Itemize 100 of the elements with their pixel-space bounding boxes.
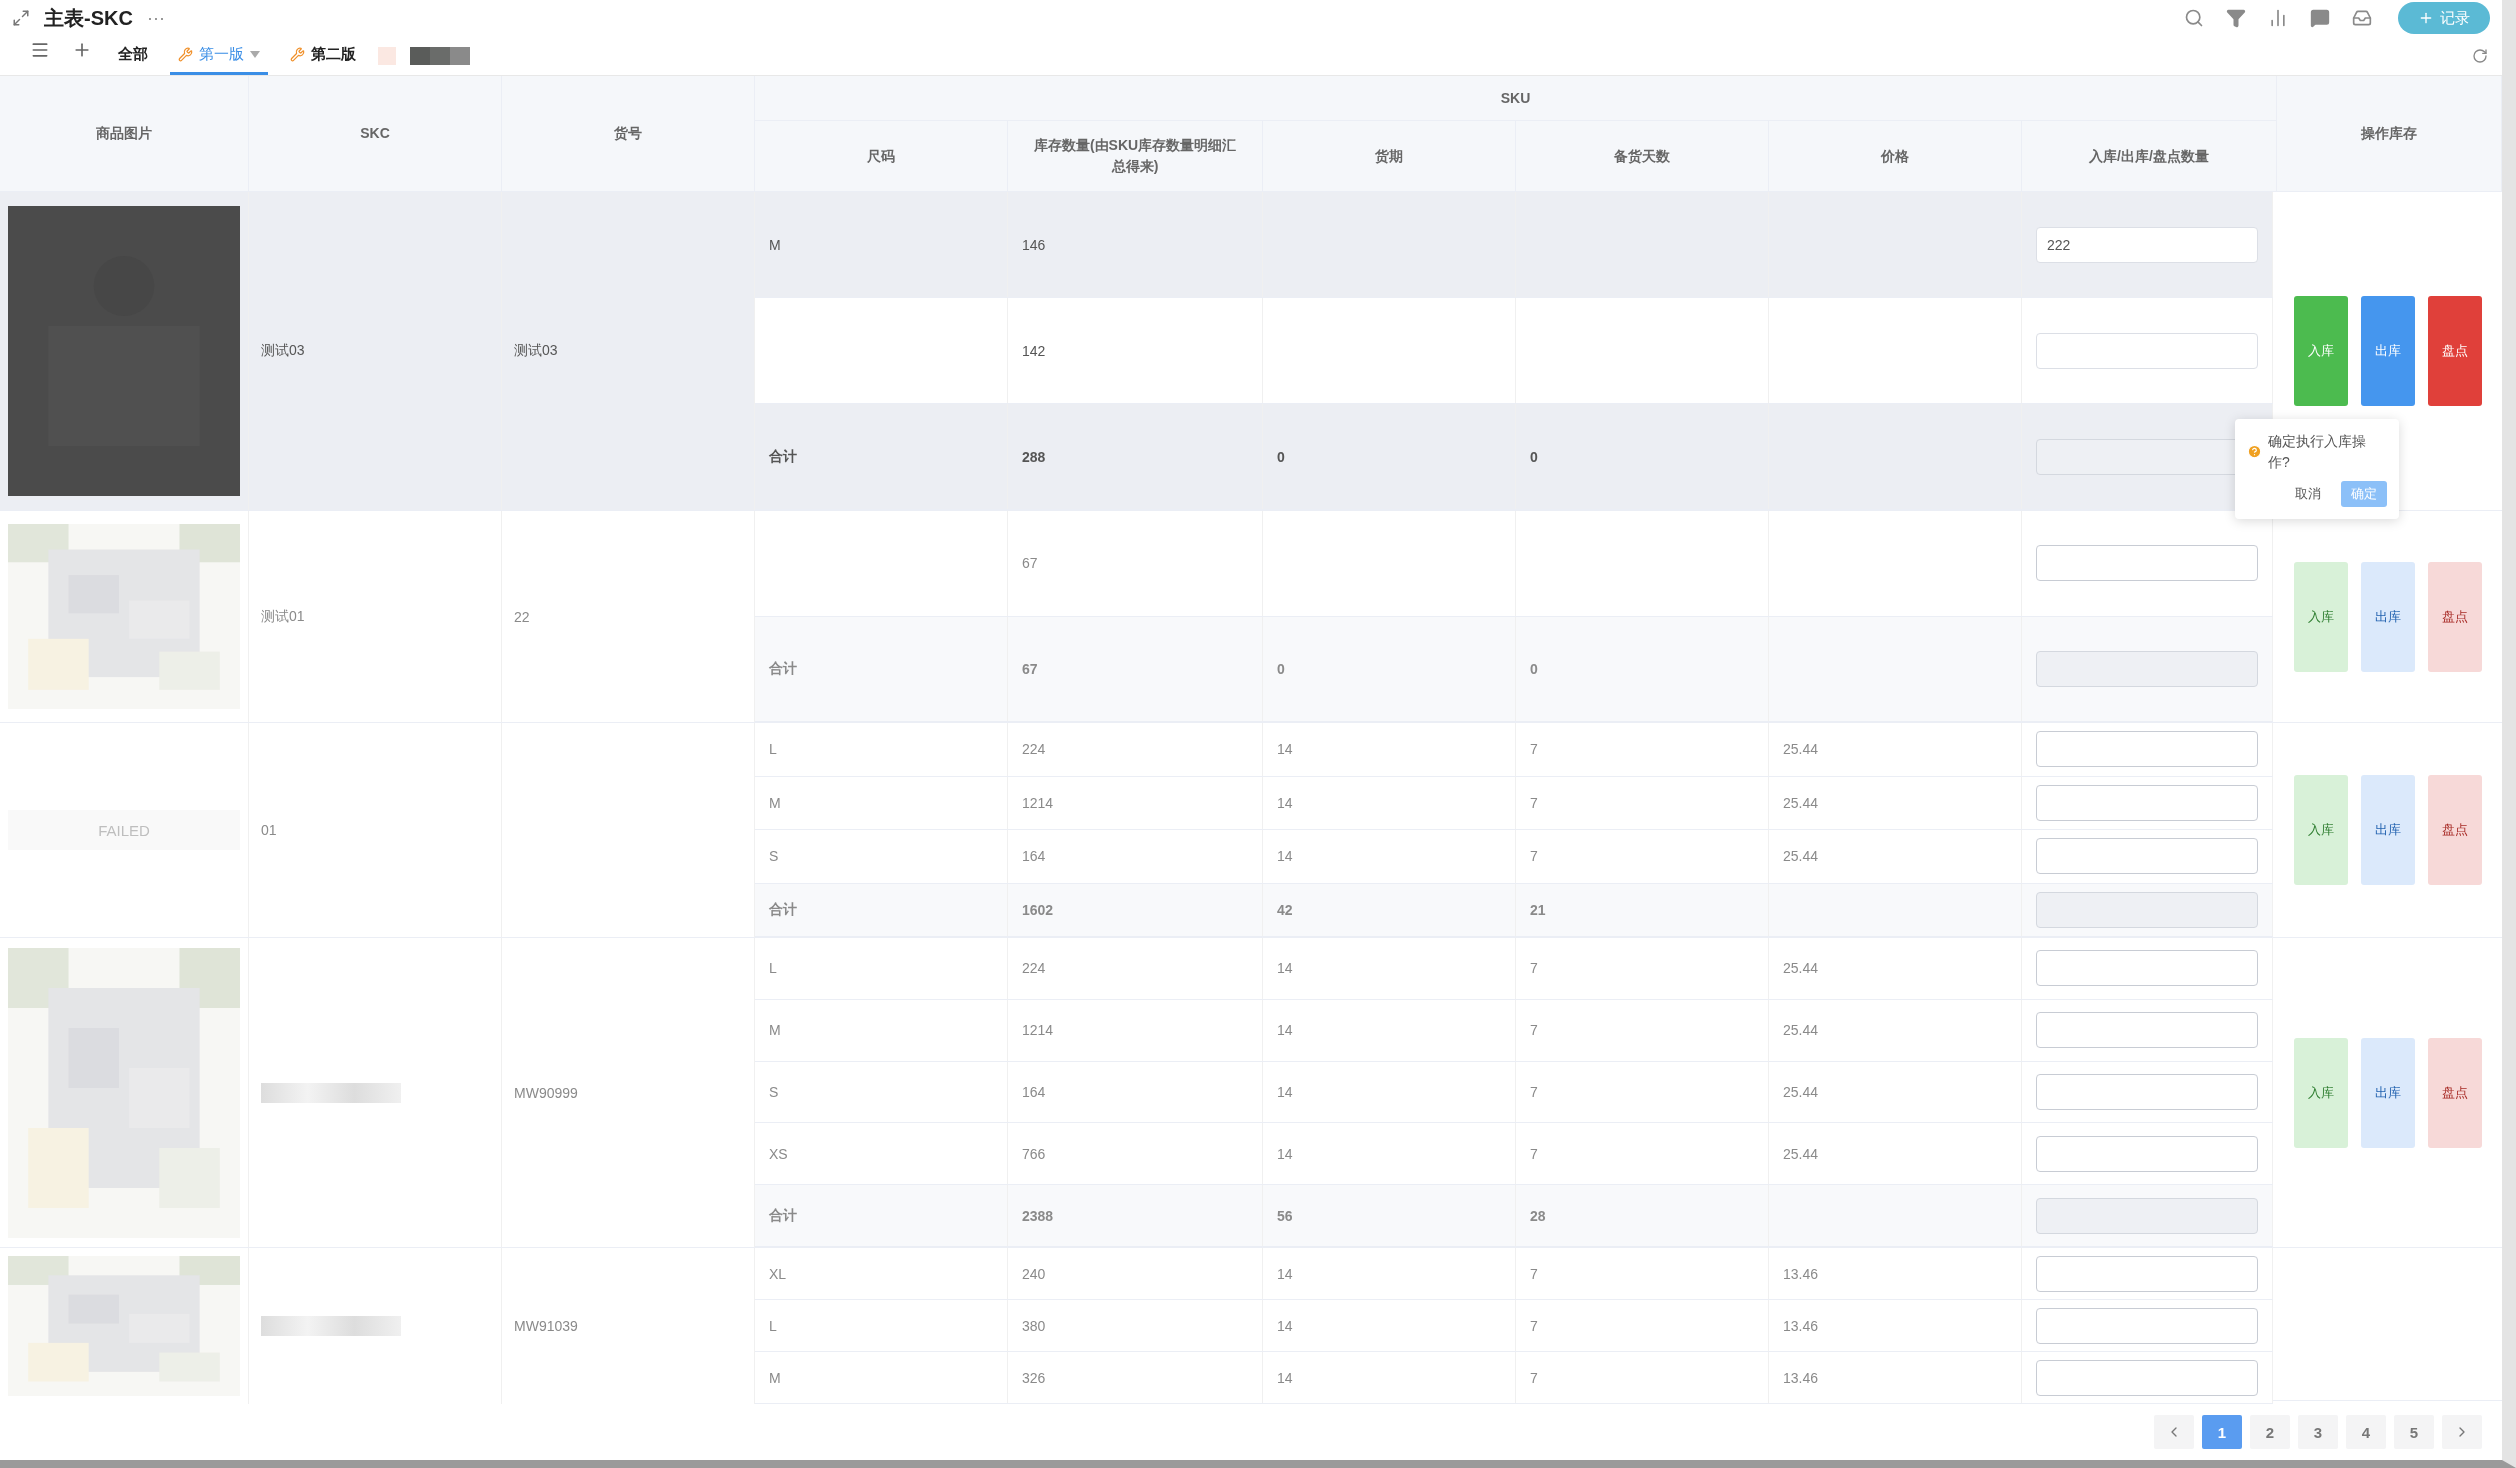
stock-action-button[interactable]: 出库	[2360, 775, 2415, 885]
inbox-icon	[2352, 8, 2372, 28]
popover-message: 确定执行入库操作?	[2268, 432, 2367, 472]
table-cell: 测试03	[249, 192, 502, 510]
quantity-field[interactable]	[2036, 1307, 2258, 1344]
table-cell: 25.44	[1783, 960, 1819, 977]
stock-action-button[interactable]: 盘点	[2427, 775, 2482, 885]
quantity-field[interactable]: 222	[2036, 226, 2258, 263]
table-cell: 合计	[769, 447, 797, 466]
table-cell: 13.46	[1783, 1369, 1819, 1386]
table-cell: XL	[769, 1265, 787, 1282]
table-cell: 14	[1277, 1369, 1293, 1386]
table-cell: 7	[1530, 1317, 1538, 1334]
quantity-field[interactable]	[2036, 332, 2258, 369]
redaction-block	[378, 46, 396, 65]
expand-icon[interactable]	[12, 9, 30, 27]
column-header: SKU	[755, 76, 2277, 121]
table-cell: 7	[1530, 794, 1538, 811]
stock-action-button[interactable]: 入库	[2293, 296, 2348, 406]
table-cell: 14	[1277, 1022, 1293, 1039]
table-cell: 0	[1530, 448, 1538, 465]
table-cell: 224	[1022, 741, 1046, 758]
search-icon	[2184, 8, 2204, 28]
table-cell: M	[769, 1369, 781, 1386]
table-cell: 7	[1530, 1145, 1538, 1162]
table-cell: 766	[1022, 1145, 1046, 1162]
quantity-field[interactable]	[2036, 545, 2258, 582]
table-cell: 240	[1022, 1265, 1046, 1282]
table-cell: 146	[1022, 236, 1046, 253]
image-failed: FAILED	[8, 810, 240, 850]
quantity-field[interactable]	[2036, 1359, 2258, 1396]
table-cell: 164	[1022, 848, 1046, 865]
table-cell: 7	[1530, 741, 1538, 758]
stock-action-button[interactable]: 出库	[2360, 296, 2415, 406]
funnel-icon	[2226, 8, 2246, 28]
quantity-field[interactable]	[2036, 784, 2258, 821]
table-cell: 7	[1530, 848, 1538, 865]
page-button[interactable]: 4	[2346, 1415, 2386, 1449]
table-cell: 56	[1277, 1207, 1293, 1224]
table-cell: 2388	[1022, 1207, 1054, 1224]
quantity-field[interactable]	[2036, 1074, 2258, 1110]
table-cell: 14	[1277, 1084, 1293, 1100]
stock-action-button[interactable]: 入库	[2293, 775, 2348, 885]
table-cell: 14	[1277, 848, 1293, 865]
table-cell: 25.44	[1783, 741, 1819, 758]
page-button[interactable]: 3	[2298, 1415, 2338, 1449]
wrench-icon	[290, 46, 305, 62]
page-button[interactable]: 1	[2202, 1415, 2242, 1449]
table-cell: M	[769, 1022, 781, 1039]
refresh-icon[interactable]	[2472, 48, 2488, 64]
stock-action-button[interactable]: 出库	[2360, 561, 2415, 672]
bar-chart-icon	[2268, 8, 2288, 28]
plus-icon	[2418, 10, 2434, 26]
column-header: 操作库存	[2277, 76, 2502, 192]
table-cell: MW91039	[502, 1248, 755, 1404]
table-cell: S	[769, 1084, 779, 1100]
stock-action-button[interactable]: 盘点	[2427, 296, 2482, 406]
next-page-button[interactable]	[2442, 1415, 2482, 1449]
table-cell: 合计	[769, 900, 797, 919]
table-cell: 7	[1530, 1022, 1538, 1039]
view-tab[interactable]: 第二版	[282, 36, 364, 75]
table-cell: S	[769, 848, 779, 865]
table-cell: M	[769, 236, 781, 253]
table-cell: 合计	[769, 1206, 797, 1225]
table-cell: 380	[1022, 1317, 1046, 1334]
table-cell: 0	[1277, 448, 1285, 465]
table-cell: M	[769, 794, 781, 811]
table-cell: 14	[1277, 1265, 1293, 1282]
table-cell: XS	[769, 1145, 788, 1162]
table-cell: 14	[1277, 960, 1293, 977]
table-cell: 14	[1277, 1317, 1293, 1334]
quantity-field[interactable]	[2036, 731, 2258, 768]
table-cell: 14	[1277, 1145, 1293, 1162]
table-cell: 67	[1022, 555, 1038, 572]
caret-icon	[250, 50, 260, 58]
table-cell: 7	[1530, 1084, 1538, 1100]
quantity-field[interactable]	[2036, 1135, 2258, 1172]
quantity-field[interactable]	[2036, 1255, 2258, 1292]
table-cell: 13.46	[1783, 1317, 1819, 1334]
stock-action-button[interactable]: 盘点	[2427, 1037, 2482, 1148]
stock-action-button[interactable]: 出库	[2360, 1037, 2415, 1148]
stock-action-button[interactable]: 入库	[2293, 1037, 2348, 1148]
quantity-field[interactable]	[2036, 1012, 2258, 1049]
page-button[interactable]: 5	[2394, 1415, 2434, 1449]
more-button[interactable]: ···	[146, 7, 165, 29]
page-button[interactable]: 2	[2250, 1415, 2290, 1449]
table-cell: 142	[1022, 342, 1046, 359]
table-cell: 288	[1022, 448, 1046, 465]
quantity-field[interactable]	[2036, 838, 2258, 875]
view-tab[interactable]: 全部	[110, 36, 156, 75]
previous-page-button[interactable]	[2154, 1415, 2194, 1449]
menu-icon	[30, 40, 50, 60]
table-cell: 7	[1530, 1369, 1538, 1386]
stock-action-button[interactable]: 入库	[2293, 561, 2348, 672]
cancel-button[interactable]: 取消	[2289, 481, 2327, 507]
table-cell: 7	[1530, 1265, 1538, 1282]
quantity-field[interactable]	[2036, 950, 2258, 987]
question-icon	[2247, 444, 2262, 459]
table-cell: 25.44	[1783, 1022, 1819, 1039]
stock-action-button[interactable]: 盘点	[2427, 561, 2482, 672]
